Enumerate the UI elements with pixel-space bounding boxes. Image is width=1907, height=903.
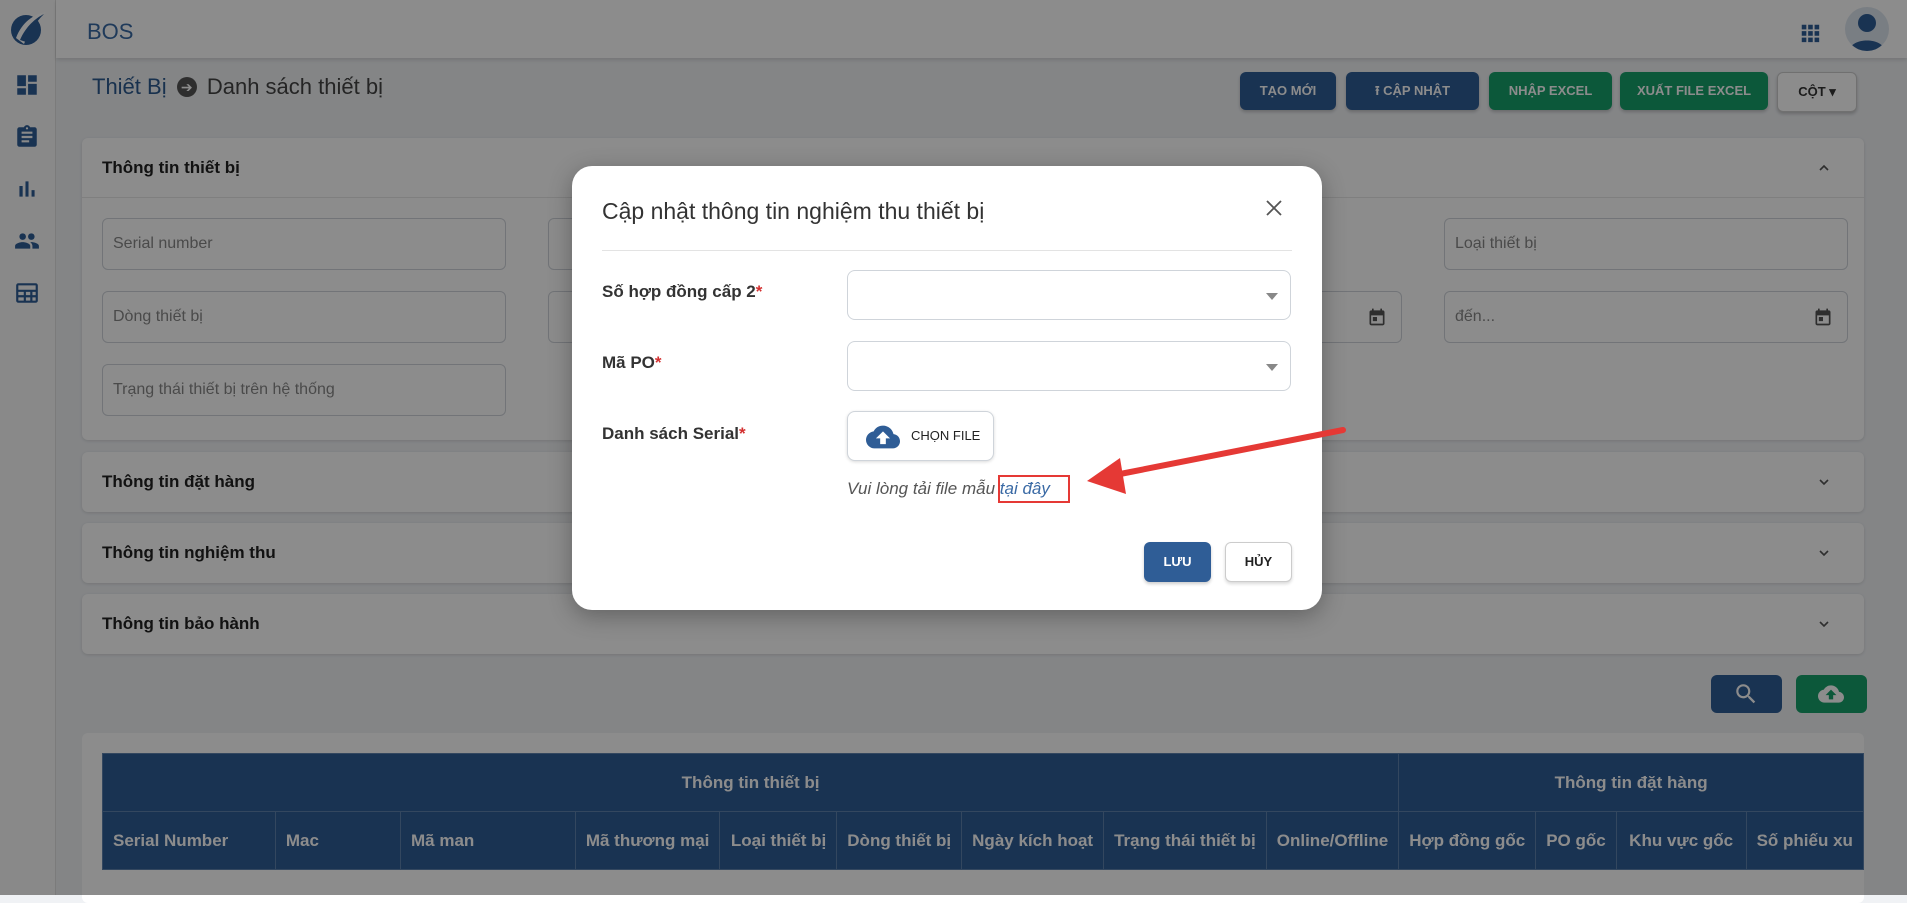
contract-label-text: Số hợp đồng cấp 2 (602, 282, 756, 301)
choose-file-label: CHỌN FILE (911, 428, 981, 443)
cloud-upload-icon (866, 425, 900, 449)
choose-file-button[interactable]: CHỌN FILE (847, 411, 994, 461)
modal-title: Cập nhật thông tin nghiệm thu thiết bị (602, 198, 985, 224)
contract-select[interactable] (847, 270, 1291, 320)
po-label-text: Mã PO (602, 353, 655, 372)
update-acceptance-modal: Cập nhật thông tin nghiệm thu thiết bị S… (572, 166, 1322, 610)
serial-list-label-text: Danh sách Serial (602, 424, 740, 443)
annotation-highlight-box (998, 475, 1070, 503)
caret-down-icon (1266, 364, 1278, 371)
close-icon[interactable] (1262, 196, 1286, 220)
caret-down-icon (1266, 293, 1278, 300)
modal-divider (602, 250, 1292, 251)
hint-text: Vui lòng tải file mẫu (847, 479, 1000, 498)
contract-label: Số hợp đồng cấp 2* (602, 282, 762, 302)
serial-list-label: Danh sách Serial* (602, 424, 746, 444)
required-mark: * (739, 424, 746, 443)
po-select[interactable] (847, 341, 1291, 391)
save-button[interactable]: LƯU (1144, 542, 1211, 582)
required-mark: * (654, 353, 662, 372)
po-label: Mã PO* (602, 353, 662, 373)
required-mark: * (755, 282, 763, 301)
cancel-button[interactable]: HỦY (1225, 542, 1292, 582)
